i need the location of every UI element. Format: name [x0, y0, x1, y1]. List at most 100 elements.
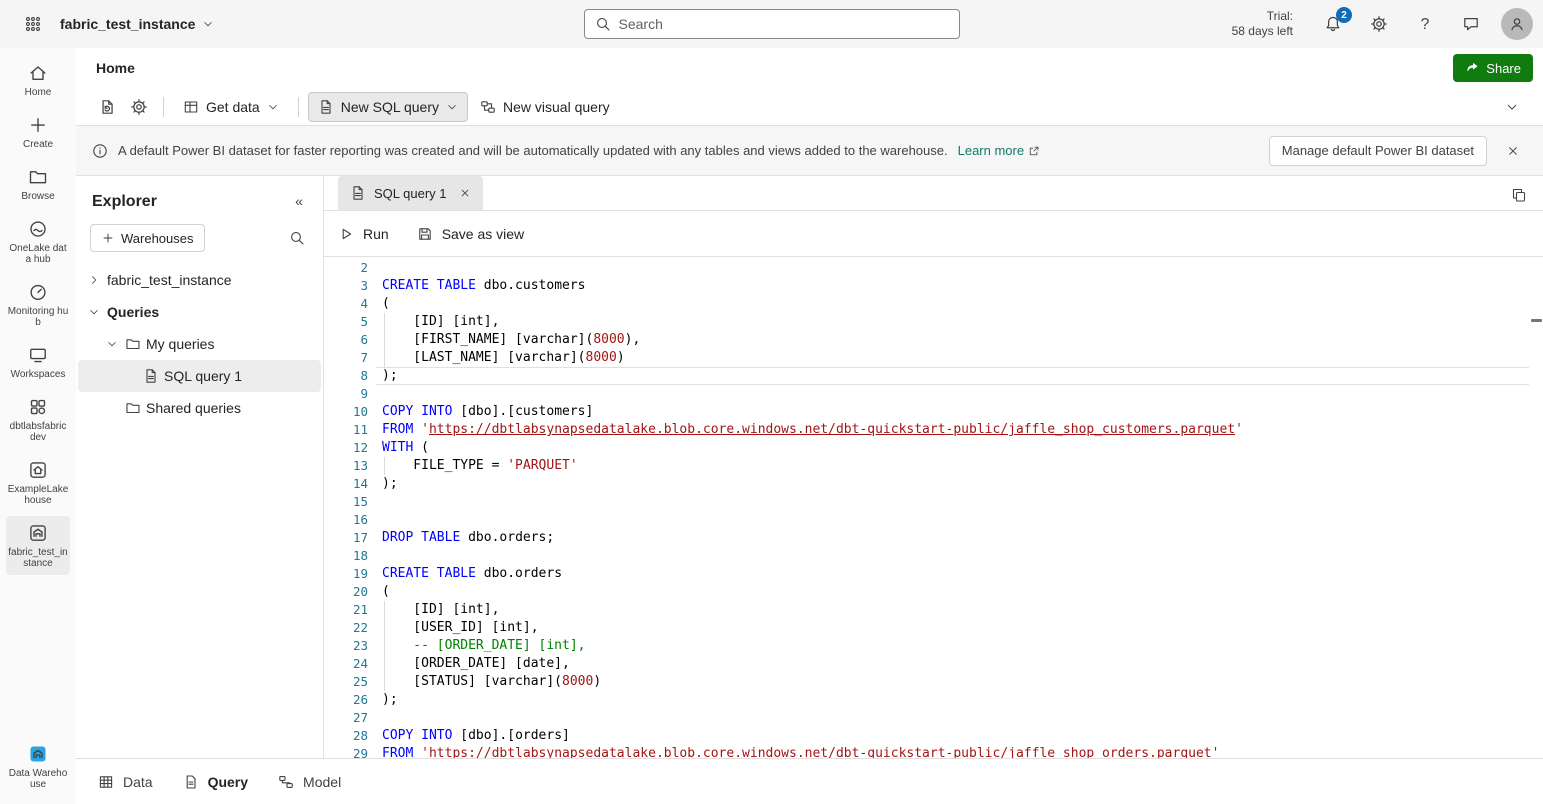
line-text[interactable]: COPY INTO [dbo].[customers] [368, 403, 1543, 421]
line-text[interactable] [368, 259, 1543, 277]
line-text[interactable] [368, 709, 1543, 727]
chevron-down-icon[interactable] [104, 338, 120, 350]
line-text[interactable]: [ID] [int], [368, 313, 1543, 331]
line-text[interactable]: DROP TABLE dbo.orders; [368, 529, 1543, 547]
tree-item-sql-query-1[interactable]: SQL query 1 [78, 360, 321, 392]
svg-text:«: « [295, 194, 303, 209]
save-as-view-button[interactable]: Save as view [417, 226, 524, 242]
question-icon: ? [1416, 15, 1434, 33]
rail-item-label: Monitoring hub [7, 306, 69, 328]
notifications-button[interactable]: 2 [1317, 8, 1349, 40]
manage-dataset-button[interactable]: Manage default Power BI dataset [1269, 136, 1487, 166]
line-text[interactable]: ( [368, 583, 1543, 601]
sql-icon [143, 368, 159, 384]
line-text[interactable]: FROM 'https://dbtlabsynapsedatalake.blob… [368, 421, 1543, 439]
collapse-panel-button[interactable]: « [287, 190, 311, 214]
line-text[interactable]: -- [ORDER_DATE] [int], [368, 637, 1543, 655]
learn-more-link[interactable]: Learn more [958, 143, 1040, 158]
line-number: 23 [324, 637, 368, 655]
account-avatar[interactable] [1501, 8, 1533, 40]
code-line: 16 [324, 511, 1543, 529]
line-text[interactable] [368, 493, 1543, 511]
banner-message: A default Power BI dataset for faster re… [118, 143, 948, 158]
feedback-button[interactable] [1455, 8, 1487, 40]
rail-item-examplelakehouse[interactable]: ExampleLakehouse [6, 453, 70, 512]
line-text[interactable]: COPY INTO [dbo].[orders] [368, 727, 1543, 745]
new-sql-query-label: New SQL query [341, 99, 439, 115]
line-text[interactable]: ); [368, 367, 1543, 385]
line-text[interactable]: FILE_TYPE = 'PARQUET' [368, 457, 1543, 475]
help-button[interactable]: ? [1409, 8, 1441, 40]
explorer-search-button[interactable] [283, 224, 311, 252]
rail-item-create[interactable]: Create [6, 108, 70, 156]
line-text[interactable]: WITH ( [368, 439, 1543, 457]
rail-item-home[interactable]: Home [6, 56, 70, 104]
line-text[interactable]: ( [368, 295, 1543, 313]
code-line: 25 [STATUS] [varchar](8000) [324, 673, 1543, 691]
tab-home[interactable]: Home [92, 52, 139, 84]
search-input[interactable] [619, 16, 949, 32]
view-data[interactable]: Data [98, 774, 153, 790]
app-launcher-button[interactable] [16, 7, 50, 41]
new-visual-query-button[interactable]: New visual query [470, 92, 620, 122]
rail-item-data-warehouse[interactable]: Data Warehouse [6, 737, 70, 796]
refresh-button[interactable] [92, 92, 122, 122]
run-label: Run [363, 226, 389, 242]
settings-button[interactable] [1363, 8, 1395, 40]
line-text[interactable]: [USER_ID] [int], [368, 619, 1543, 637]
line-number: 19 [324, 565, 368, 583]
tree-item-my-queries[interactable]: My queries [78, 328, 321, 360]
view-query[interactable]: Query [183, 774, 248, 790]
tree-item-fabric-test-instance[interactable]: fabric_test_instance [78, 264, 321, 296]
code-line: 17DROP TABLE dbo.orders; [324, 529, 1543, 547]
line-text[interactable]: CREATE TABLE dbo.orders [368, 565, 1543, 583]
line-text[interactable]: [ID] [int], [368, 601, 1543, 619]
run-button[interactable]: Run [338, 226, 389, 242]
rail-item-browse[interactable]: Browse [6, 160, 70, 208]
rail-item-label: Home [25, 87, 52, 98]
share-button[interactable]: Share [1453, 54, 1533, 82]
search-box[interactable] [584, 9, 960, 39]
line-text[interactable] [368, 385, 1543, 403]
tab-close-button[interactable] [455, 183, 475, 203]
line-number: 17 [324, 529, 368, 547]
add-warehouses-button[interactable]: Warehouses [90, 224, 205, 252]
tree-item-queries[interactable]: Queries [78, 296, 321, 328]
get-data-button[interactable]: Get data [173, 92, 289, 122]
code-line: 9 [324, 385, 1543, 403]
line-text[interactable]: FROM 'https://dbtlabsynapsedatalake.blob… [368, 745, 1543, 758]
rail-item-workspaces[interactable]: Workspaces [6, 338, 70, 386]
chevron-right-icon[interactable] [86, 274, 102, 286]
line-text[interactable] [368, 511, 1543, 529]
chevron-down-icon[interactable] [86, 306, 102, 318]
explorer-panel: Explorer « Warehouses fabric_test_instan… [76, 176, 324, 758]
line-text[interactable]: [FIRST_NAME] [varchar](8000), [368, 331, 1543, 349]
rail-item-dbtlabsfabricdev[interactable]: dbtlabsfabricdev [6, 390, 70, 449]
view-model[interactable]: Model [278, 774, 341, 790]
banner-close-button[interactable] [1497, 135, 1529, 167]
rail-item-onelake-data-hub[interactable]: OneLake data hub [6, 212, 70, 271]
editor-tab-sql-query-1[interactable]: SQL query 1 [338, 176, 483, 210]
line-number: 2 [324, 259, 368, 277]
warehouse-settings-button[interactable] [124, 92, 154, 122]
feedback-icon [1462, 15, 1480, 33]
line-text[interactable] [368, 547, 1543, 565]
rail-item-label: Data Warehouse [7, 768, 69, 790]
rail-item-label: Create [23, 139, 53, 150]
line-text[interactable]: [ORDER_DATE] [date], [368, 655, 1543, 673]
line-text[interactable]: [STATUS] [varchar](8000) [368, 673, 1543, 691]
new-sql-query-button[interactable]: New SQL query [308, 92, 468, 122]
waffle-icon [25, 16, 41, 32]
line-text[interactable]: CREATE TABLE dbo.customers [368, 277, 1543, 295]
code-editor[interactable]: 23CREATE TABLE dbo.customers4(5 [ID] [in… [324, 257, 1543, 758]
line-text[interactable]: ); [368, 475, 1543, 493]
tree-item-shared-queries[interactable]: Shared queries [78, 392, 321, 424]
rail-item-monitoring-hub[interactable]: Monitoring hub [6, 275, 70, 334]
ribbon-collapse-button[interactable] [1497, 92, 1527, 122]
rail-item-fabric-test-instance[interactable]: fabric_test_instance [6, 516, 70, 575]
workspace-switcher[interactable]: fabric_test_instance [50, 10, 224, 38]
copy-button[interactable] [1507, 183, 1531, 207]
line-text[interactable]: ); [368, 691, 1543, 709]
line-text[interactable]: [LAST_NAME] [varchar](8000) [368, 349, 1543, 367]
line-number: 10 [324, 403, 368, 421]
